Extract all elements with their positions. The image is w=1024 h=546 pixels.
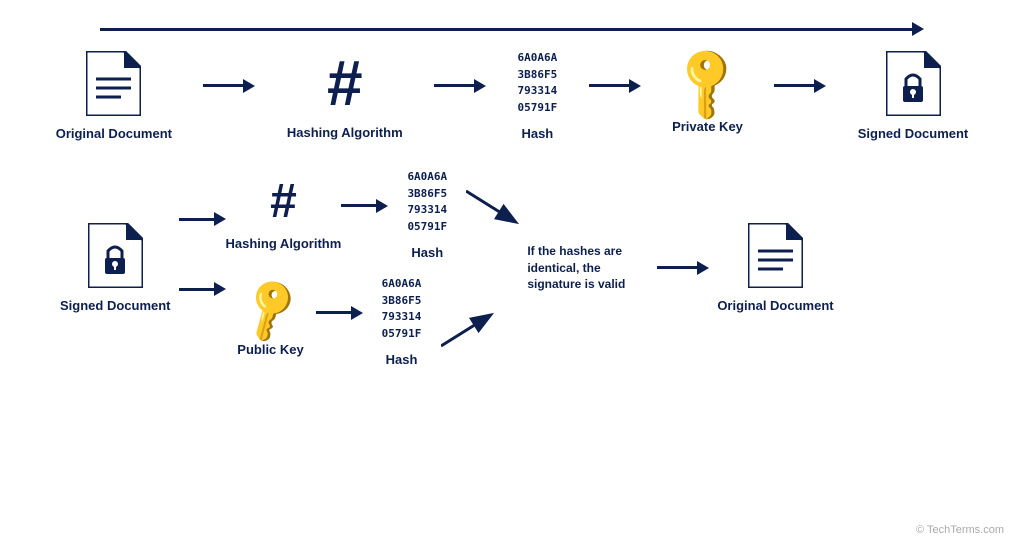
hash-symbol-icon: # (327, 51, 363, 115)
bottom-signed-doc-label: Signed Document (60, 298, 171, 313)
original-doc-label: Original Document (56, 126, 172, 141)
arrow-3 (589, 79, 641, 93)
hash-value: 6A0A6A3B86F579331405791F (517, 50, 557, 116)
bottom-signed-doc-icon (88, 223, 143, 288)
diagram: Original Document # Hashing Algorithm 6A… (0, 0, 1024, 546)
diag-arrow-top (466, 186, 521, 226)
bottom-section: Signed Document # Hashing Algorithm (40, 169, 984, 367)
public-key-icon: 🔑 (234, 275, 307, 343)
original-doc-icon (86, 51, 141, 116)
bottom-hash-item: 6A0A6A3B86F579331405791F Hash (367, 276, 437, 367)
bottom-hash-algo-item: # Hashing Algorithm (226, 178, 342, 251)
top-path: # Hashing Algorithm 6A0A6A3B86F579331405… (226, 169, 522, 260)
bottom-hash-value: 6A0A6A3B86F579331405791F (382, 276, 422, 342)
bottom-hash-symbol: # (270, 178, 297, 226)
bottom-hash-label: Hash (386, 352, 418, 367)
bottom-hash-algo-label: Hashing Algorithm (226, 236, 342, 251)
private-key-icon: 🔑 (666, 42, 749, 125)
public-key-item: 🔑 Public Key (226, 286, 316, 357)
bottom-path: 🔑 Public Key 6A0A6A3B86F579331405791F Ha… (226, 276, 522, 367)
bottom-original-doc-label: Original Document (717, 298, 833, 313)
condition-text: If the hashes are identical, the signatu… (527, 243, 647, 293)
diagonal-arrow-bottom-icon (441, 311, 496, 351)
hashing-algo-item: # Hashing Algorithm (287, 51, 403, 140)
middle-column: # Hashing Algorithm 6A0A6A3B86F579331405… (226, 169, 522, 367)
diag-arrow-bottom (441, 311, 496, 351)
signed-doc-item: Signed Document (858, 51, 969, 141)
top-row: Original Document # Hashing Algorithm 6A… (40, 50, 984, 141)
hash-label: Hash (521, 126, 553, 141)
watermark: © TechTerms.com (916, 524, 1004, 536)
arrow-1 (203, 79, 255, 93)
long-top-arrow (100, 22, 924, 36)
hashing-algo-label: Hashing Algorithm (287, 125, 403, 140)
bottom-original-doc-item: Original Document (717, 223, 833, 313)
private-key-item: 🔑 Private Key (672, 57, 743, 134)
arrow-to-hash-top (341, 199, 388, 213)
signed-doc-label: Signed Document (858, 126, 969, 141)
hash-item: 6A0A6A3B86F579331405791F Hash (517, 50, 557, 141)
arrow-4 (774, 79, 826, 93)
public-key-label: Public Key (237, 342, 303, 357)
top-hash-item: 6A0A6A3B86F579331405791F Hash (392, 169, 462, 260)
arrow-to-hash-bottom (316, 306, 363, 320)
original-document-item: Original Document (56, 51, 172, 141)
arrow-2 (434, 79, 486, 93)
bottom-original-doc-icon (748, 223, 803, 288)
diagonal-arrow-top-icon (466, 186, 521, 226)
arrow-to-original (657, 261, 709, 275)
split-arrows (179, 212, 226, 296)
top-hash-label: Hash (411, 245, 443, 260)
top-hash-value: 6A0A6A3B86F579331405791F (407, 169, 447, 235)
signed-doc-icon (886, 51, 941, 116)
bottom-signed-doc-item: Signed Document (60, 223, 171, 313)
condition-area: If the hashes are identical, the signatu… (527, 243, 709, 293)
